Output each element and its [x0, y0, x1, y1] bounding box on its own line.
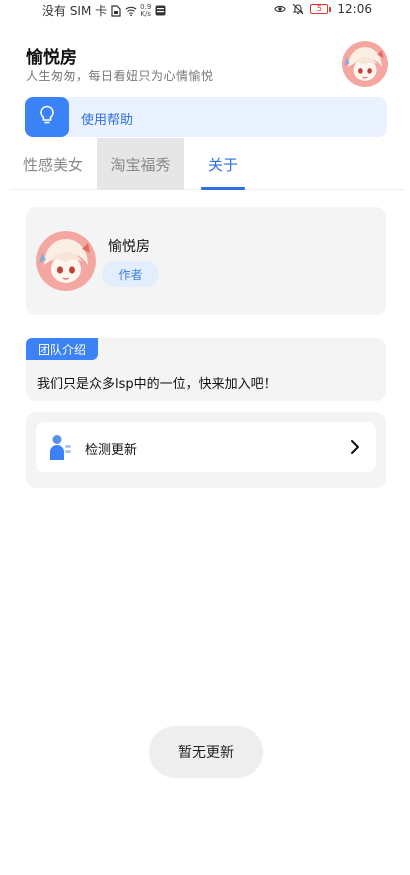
lightbulb-icon: [38, 105, 56, 129]
tab-sexy-beauty[interactable]: 性感美女: [10, 138, 96, 190]
app-title: 愉悦房: [26, 48, 77, 68]
sim-icon: [110, 4, 122, 17]
author-avatar[interactable]: [36, 231, 96, 291]
author-name: 愉悦房: [108, 239, 150, 255]
status-right: 5 12:06: [274, 2, 372, 16]
battery-level: 5: [310, 4, 329, 14]
help-label: 使用帮助: [81, 113, 134, 128]
eye-icon: [274, 3, 287, 15]
avatar[interactable]: [342, 41, 388, 87]
team-intro-badge: 团队介绍: [26, 338, 99, 360]
team-intro-text: 我们只是众多lsp中的一位，快来加入吧！: [37, 377, 277, 392]
update-card: 检测更新: [26, 412, 386, 488]
message-icon: [154, 5, 166, 17]
tab-label: 性感美女: [22, 155, 83, 174]
tab-taobao[interactable]: 淘宝福秀: [97, 138, 184, 190]
status-left: 没有 SIM 卡 0.9 K/s: [42, 2, 166, 19]
check-update-button[interactable]: 检测更新: [36, 422, 376, 472]
check-update-label: 检测更新: [85, 443, 138, 458]
app-subtitle: 人生匆匆，每日看妞只为心情愉悦: [26, 69, 214, 83]
bell-off-icon: [292, 3, 304, 15]
author-card: 愉悦房 作者: [26, 207, 386, 315]
network-speed: 0.9 K/s: [140, 3, 152, 18]
tab-label: 淘宝福秀: [110, 155, 171, 174]
wifi-icon: [125, 5, 137, 17]
help-banner[interactable]: 使用帮助: [25, 97, 387, 137]
speed-unit: K/s: [140, 9, 152, 18]
toast-message: 暂无更新: [149, 726, 263, 778]
tab-label: 关于: [207, 155, 238, 174]
tab-about[interactable]: 关于: [188, 138, 258, 190]
tab-bar: 性感美女 淘宝福秀 关于: [10, 138, 404, 190]
battery-icon: 5: [310, 4, 332, 14]
clock: 12:06: [337, 2, 372, 16]
status-bar: 没有 SIM 卡 0.9 K/s 5 12:06: [0, 0, 410, 22]
chevron-right-icon: [348, 438, 362, 456]
tab-indicator: [201, 187, 245, 190]
team-intro-card: 团队介绍 我们只是众多lsp中的一位，快来加入吧！: [26, 338, 386, 401]
carrier-text: 没有 SIM 卡: [42, 4, 108, 18]
author-tag: 作者: [102, 261, 159, 287]
person-icon: [50, 434, 72, 460]
help-icon-box: [25, 97, 69, 137]
